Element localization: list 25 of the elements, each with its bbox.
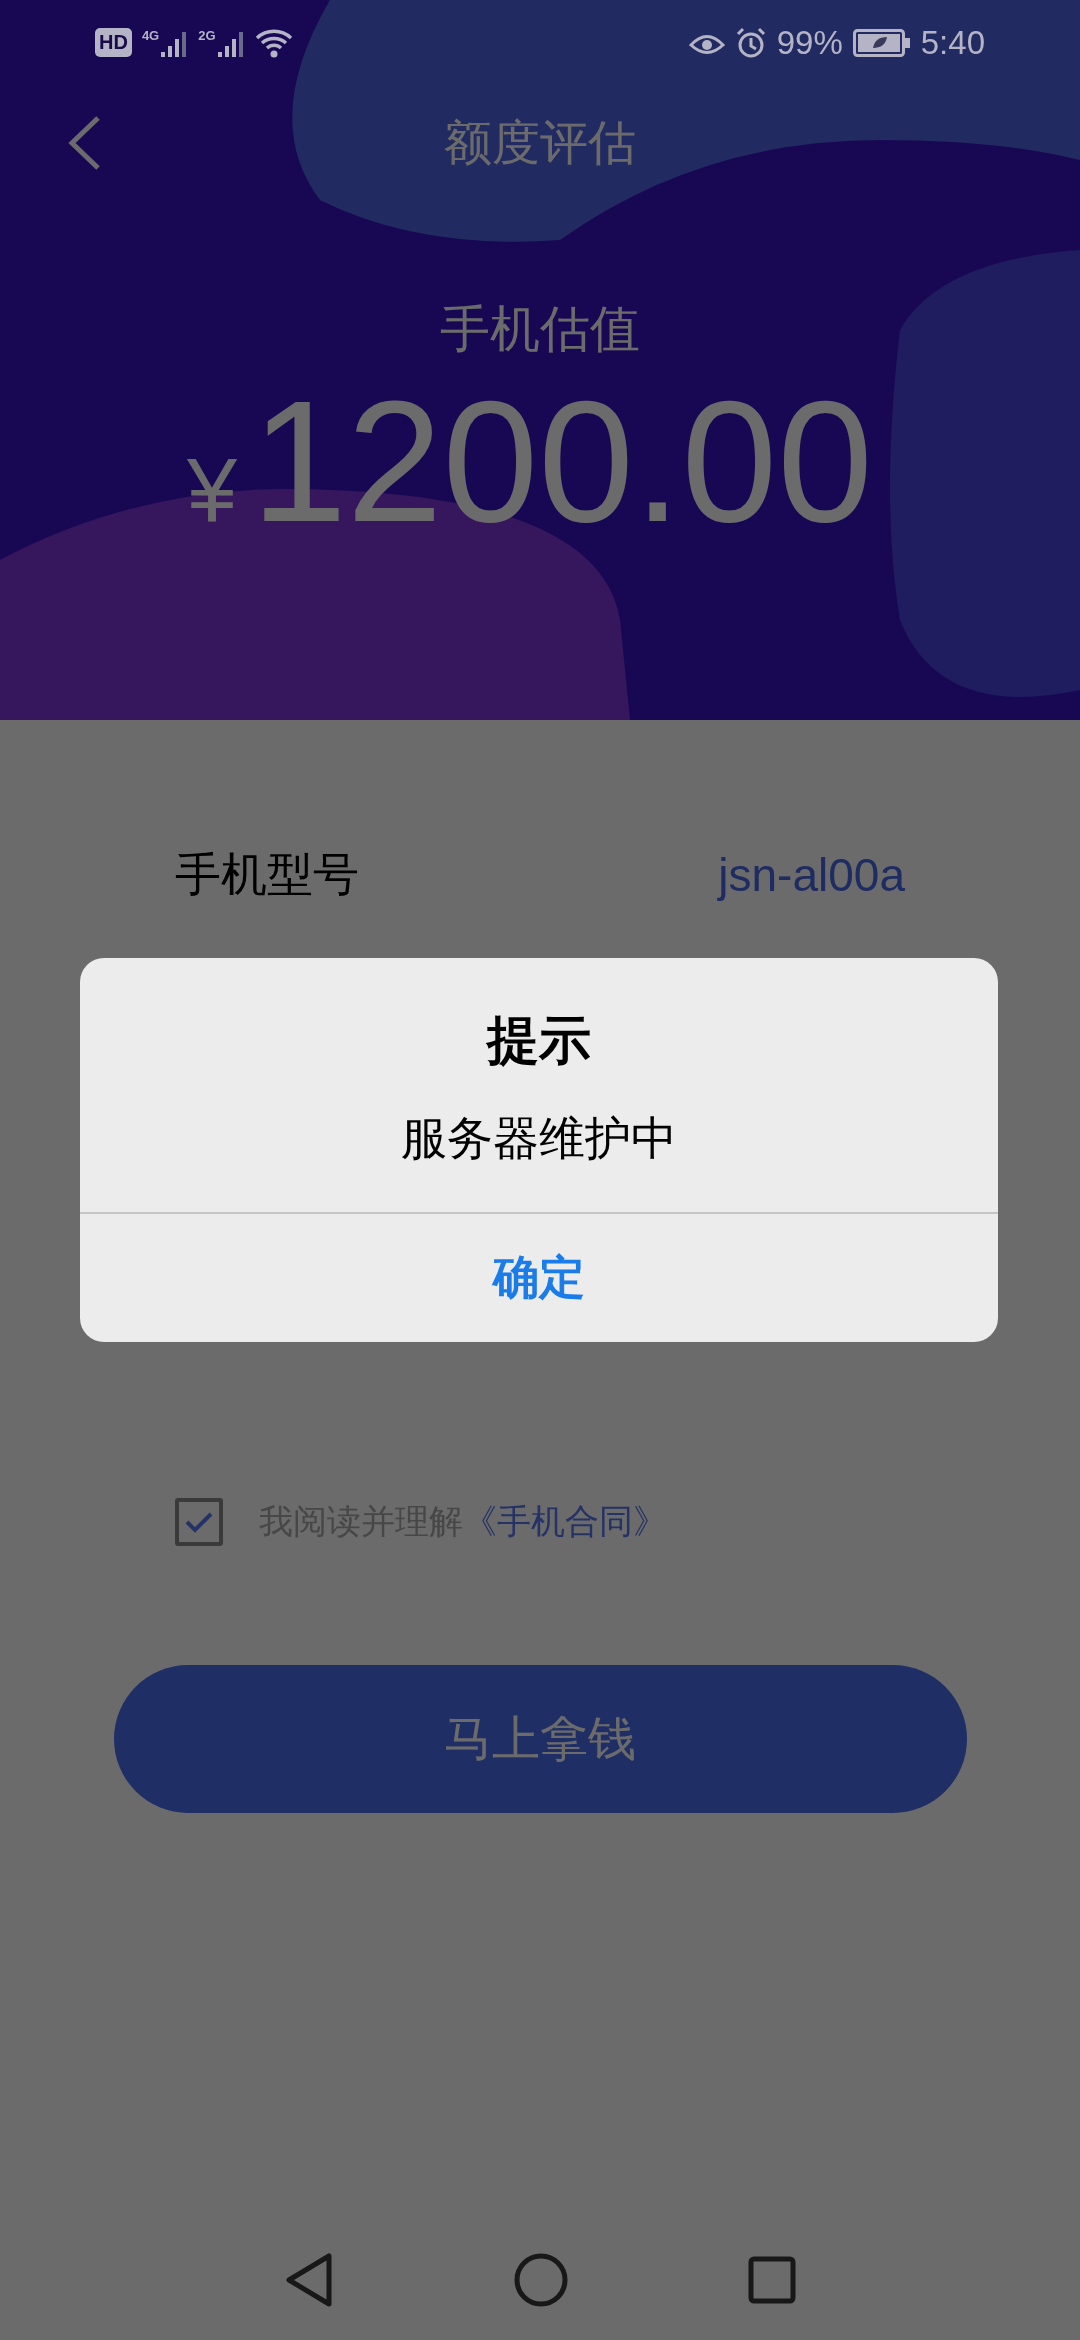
row-value: jsn-al00a — [718, 848, 905, 902]
clock-time: 5:40 — [920, 23, 985, 62]
home-nav-icon[interactable] — [514, 2253, 568, 2307]
dialog-message: 服务器维护中 — [400, 1110, 678, 1167]
checkmark-icon — [184, 1510, 214, 1534]
agreement-checkbox[interactable] — [175, 1498, 223, 1546]
confirm-button[interactable]: 确定 — [80, 1214, 998, 1342]
battery-icon — [852, 28, 911, 57]
network-type: 4G — [141, 27, 160, 43]
valuation-label: 手机估值 — [440, 299, 640, 360]
back-nav-icon[interactable] — [284, 2252, 334, 2308]
row-label: 手机型号 — [175, 846, 359, 903]
get-money-button[interactable]: 马上拿钱 — [113, 1665, 967, 1813]
back-icon[interactable] — [66, 115, 102, 171]
currency-symbol: ¥ — [187, 439, 238, 542]
dialog-title: 提示 — [485, 1009, 592, 1072]
recents-nav-icon[interactable] — [748, 2256, 796, 2304]
valuation-amount: 1200.00 — [251, 367, 873, 557]
contract-link[interactable]: 《手机合同》 — [463, 1499, 667, 1545]
alarm-icon — [734, 26, 767, 59]
network-type: 2G — [198, 27, 216, 43]
hd-badge: HD — [95, 28, 132, 57]
wifi-icon — [254, 27, 293, 58]
page-title: 额度评估 — [444, 112, 636, 172]
battery-percent: 99% — [776, 23, 843, 62]
